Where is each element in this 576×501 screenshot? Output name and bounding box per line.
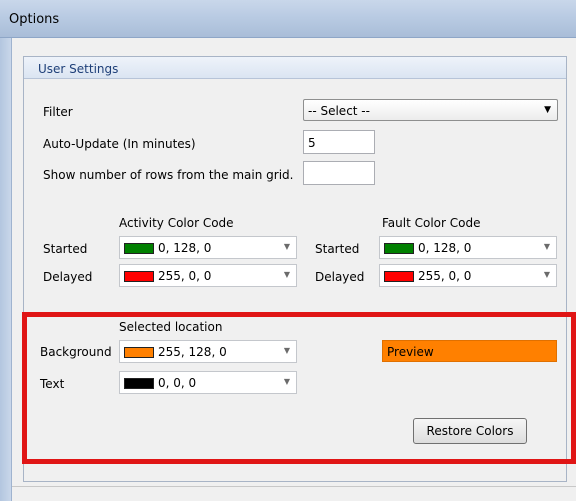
dropdown-arrow-icon: ▼ bbox=[283, 346, 290, 355]
filter-select-value: -- Select -- bbox=[308, 104, 370, 118]
auto-update-input[interactable]: 5 bbox=[303, 130, 375, 154]
dropdown-arrow-icon: ▼ bbox=[283, 377, 290, 386]
activity-started-swatch bbox=[124, 243, 154, 254]
row-count-input[interactable] bbox=[303, 161, 375, 185]
text-color-value: 0, 0, 0 bbox=[158, 376, 197, 390]
activity-delayed-swatch bbox=[124, 271, 154, 282]
activity-color-header: Activity Color Code bbox=[119, 216, 234, 230]
dialog-bottom-divider bbox=[12, 486, 576, 487]
color-preview: Preview bbox=[382, 340, 557, 362]
fault-delayed-value: 255, 0, 0 bbox=[418, 269, 472, 283]
user-settings-header: User Settings bbox=[24, 57, 566, 79]
user-settings-title: User Settings bbox=[38, 62, 119, 76]
text-color-picker[interactable]: 0, 0, 0 ▼ bbox=[119, 371, 297, 394]
selected-location-header: Selected location bbox=[119, 320, 223, 334]
background-label: Background bbox=[40, 345, 112, 359]
fault-started-swatch bbox=[384, 243, 414, 254]
activity-started-color-picker[interactable]: 0, 128, 0 ▼ bbox=[119, 236, 297, 259]
preview-label: Preview bbox=[387, 345, 434, 359]
background-color-picker[interactable]: 255, 128, 0 ▼ bbox=[119, 340, 297, 363]
dropdown-arrow-icon: ▼ bbox=[283, 270, 290, 279]
fault-started-value: 0, 128, 0 bbox=[418, 241, 472, 255]
dropdown-arrow-icon: ▼ bbox=[544, 105, 551, 115]
text-swatch bbox=[124, 378, 154, 389]
dropdown-arrow-icon: ▼ bbox=[283, 242, 290, 251]
activity-started-label: Started bbox=[43, 242, 88, 256]
fault-started-label: Started bbox=[315, 242, 360, 256]
window-title: Options bbox=[9, 12, 60, 27]
fault-started-color-picker[interactable]: 0, 128, 0 ▼ bbox=[379, 236, 557, 259]
activity-delayed-color-picker[interactable]: 255, 0, 0 ▼ bbox=[119, 264, 297, 287]
fault-delayed-label: Delayed bbox=[315, 270, 365, 284]
auto-update-label: Auto-Update (In minutes) bbox=[43, 137, 196, 151]
activity-started-value: 0, 128, 0 bbox=[158, 241, 212, 255]
filter-select[interactable]: -- Select -- ▼ bbox=[303, 99, 558, 121]
dropdown-arrow-icon: ▼ bbox=[543, 242, 550, 251]
auto-update-value: 5 bbox=[308, 136, 316, 150]
background-swatch bbox=[124, 347, 154, 358]
fault-delayed-color-picker[interactable]: 255, 0, 0 ▼ bbox=[379, 264, 557, 287]
activity-delayed-label: Delayed bbox=[43, 270, 93, 284]
text-color-label: Text bbox=[40, 377, 65, 391]
activity-delayed-value: 255, 0, 0 bbox=[158, 269, 212, 283]
filter-label: Filter bbox=[43, 105, 73, 119]
window-left-frame bbox=[0, 38, 12, 501]
fault-delayed-swatch bbox=[384, 271, 414, 282]
dropdown-arrow-icon: ▼ bbox=[543, 270, 550, 279]
background-value: 255, 128, 0 bbox=[158, 345, 227, 359]
restore-colors-button[interactable]: Restore Colors bbox=[413, 418, 527, 444]
window-titlebar: Options bbox=[0, 0, 576, 38]
row-count-label: Show number of rows from the main grid. bbox=[43, 168, 294, 182]
fault-color-header: Fault Color Code bbox=[382, 216, 481, 230]
